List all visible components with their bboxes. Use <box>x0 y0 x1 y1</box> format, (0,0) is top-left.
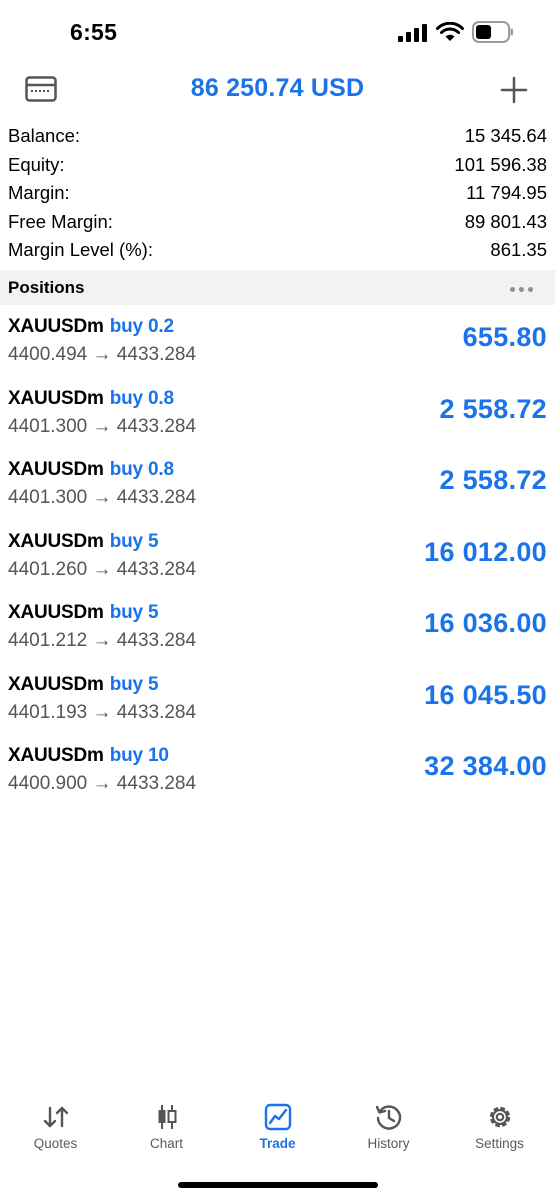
position-profit: 2 558.72 <box>439 393 547 424</box>
tab-settings[interactable]: Settings <box>444 1090 555 1160</box>
candlestick-icon <box>158 1105 176 1129</box>
position-profit: 2 558.72 <box>439 465 547 495</box>
position-prices: 4401.300 → 4433.284 <box>8 415 197 437</box>
battery-icon <box>472 21 513 43</box>
summary-row-equity: Equity: 101 596.38 <box>0 151 555 180</box>
position-prices: 4401.212 → 4433.284 <box>8 630 197 651</box>
position-title: XAUUSDm buy 5 <box>8 673 159 696</box>
status-time: 6:55 <box>70 19 118 45</box>
position-symbol: XAUUSDm <box>8 459 104 480</box>
history-clock-icon <box>375 1105 401 1130</box>
position-profit: 16 012.00 <box>424 536 547 567</box>
summary-value: 861.35 <box>490 239 547 261</box>
position-row[interactable]: XAUUSDm buy 0.2 4400.494 → 4433.284 655.8… <box>0 308 555 380</box>
summary-row-free-margin: Free Margin: 89 801.43 <box>0 208 555 237</box>
position-prices: 4400.494 → 4433.284 <box>8 344 197 365</box>
tab-history[interactable]: History <box>333 1090 444 1160</box>
tab-chart[interactable]: Chart <box>111 1090 222 1160</box>
account-summary: Balance: 15 345.64 Equity: 101 596.38 Ma… <box>0 122 555 265</box>
tab-label: Quotes <box>33 1136 78 1151</box>
positions-list: XAUUSDm buy 0.2 4400.494 → 4433.284 655.8… <box>0 308 555 809</box>
summary-label: Balance: <box>8 125 80 146</box>
home-indicator <box>178 1182 378 1188</box>
position-prices: 4401.193 → 4433.284 <box>8 701 197 723</box>
positions-section-header: Positions <box>0 270 555 305</box>
tab-label: History <box>367 1136 410 1151</box>
tab-label: Chart <box>149 1136 183 1151</box>
tab-label: Trade <box>259 1136 296 1151</box>
summary-value: 101 596.38 <box>454 153 547 175</box>
tab-quotes[interactable]: Quotes <box>0 1090 111 1160</box>
position-symbol: XAUUSDm <box>8 530 104 552</box>
position-row[interactable]: XAUUSDm buy 10 4400.900 → 4433.284 32 384… <box>0 737 555 809</box>
summary-label: Margin: <box>8 182 70 204</box>
position-title: XAUUSDm buy 10 <box>8 745 169 767</box>
plus-icon[interactable] <box>500 76 528 104</box>
tab-trade[interactable]: Trade <box>222 1090 333 1160</box>
quotes-arrows-icon <box>43 1106 68 1128</box>
summary-row-margin-level: Margin Level (%): 861.35 <box>0 236 555 265</box>
position-profit: 16 045.50 <box>424 679 547 710</box>
summary-label: Margin Level (%): <box>8 239 153 261</box>
position-direction: buy 10 <box>109 745 169 766</box>
position-row[interactable]: XAUUSDm buy 0.8 4401.300 → 4433.284 2 558… <box>0 451 555 523</box>
bottom-tab-bar: Quotes Chart Trade History Settings <box>0 1090 555 1160</box>
position-direction: buy 5 <box>109 673 159 695</box>
position-symbol: XAUUSDm <box>8 673 104 695</box>
position-row[interactable]: XAUUSDm buy 5 4401.193 → 4433.284 16 045.… <box>0 666 555 738</box>
more-options-icon[interactable] <box>510 279 540 295</box>
cellular-signal-icon <box>398 24 427 42</box>
gear-icon <box>489 1106 510 1128</box>
position-title: XAUUSDm buy 5 <box>8 530 159 553</box>
position-title: XAUUSDm buy 0.8 <box>8 388 174 410</box>
summary-value: 15 345.64 <box>464 125 547 146</box>
position-prices: 4400.900 → 4433.284 <box>8 773 197 794</box>
summary-value: 11 794.95 <box>466 182 547 204</box>
position-profit: 16 036.00 <box>424 608 547 638</box>
position-direction: buy 0.8 <box>109 387 174 409</box>
position-row[interactable]: XAUUSDm buy 5 4401.260 → 4433.284 16 012.… <box>0 523 555 595</box>
trade-header: 86 250.74 USD <box>0 62 555 118</box>
position-row[interactable]: XAUUSDm buy 0.8 4401.300 → 4433.284 2 558… <box>0 380 555 452</box>
position-title: XAUUSDm buy 5 <box>8 602 159 624</box>
position-direction: buy 5 <box>109 602 159 623</box>
equity-title: 86 250.74 USD <box>190 74 365 102</box>
status-bar: 6:55 <box>0 0 555 62</box>
wifi-icon <box>436 22 464 41</box>
position-profit: 32 384.00 <box>424 751 547 781</box>
position-symbol: XAUUSDm <box>8 602 104 623</box>
position-profit: 655.80 <box>462 322 547 352</box>
summary-label: Equity: <box>8 153 65 175</box>
summary-value: 89 801.43 <box>464 210 547 232</box>
tab-label: Settings <box>475 1136 524 1151</box>
trade-chart-icon <box>264 1103 291 1131</box>
position-row[interactable]: XAUUSDm buy 5 4401.212 → 4433.284 16 036.… <box>0 594 555 666</box>
positions-title: Positions <box>8 278 85 297</box>
summary-row-margin: Margin: 11 794.95 <box>0 179 555 208</box>
position-title: XAUUSDm buy 0.8 <box>8 459 174 481</box>
position-title: XAUUSDm buy 0.2 <box>8 316 174 338</box>
position-symbol: XAUUSDm <box>8 387 104 409</box>
position-direction: buy 0.2 <box>109 316 174 337</box>
position-prices: 4401.260 → 4433.284 <box>8 558 197 580</box>
summary-label: Free Margin: <box>8 210 113 232</box>
position-symbol: XAUUSDm <box>8 316 104 337</box>
position-prices: 4401.300 → 4433.284 <box>8 487 197 508</box>
summary-row-balance: Balance: 15 345.64 <box>0 122 555 151</box>
position-direction: buy 0.8 <box>109 459 174 480</box>
position-direction: buy 5 <box>109 530 159 552</box>
position-symbol: XAUUSDm <box>8 745 104 766</box>
